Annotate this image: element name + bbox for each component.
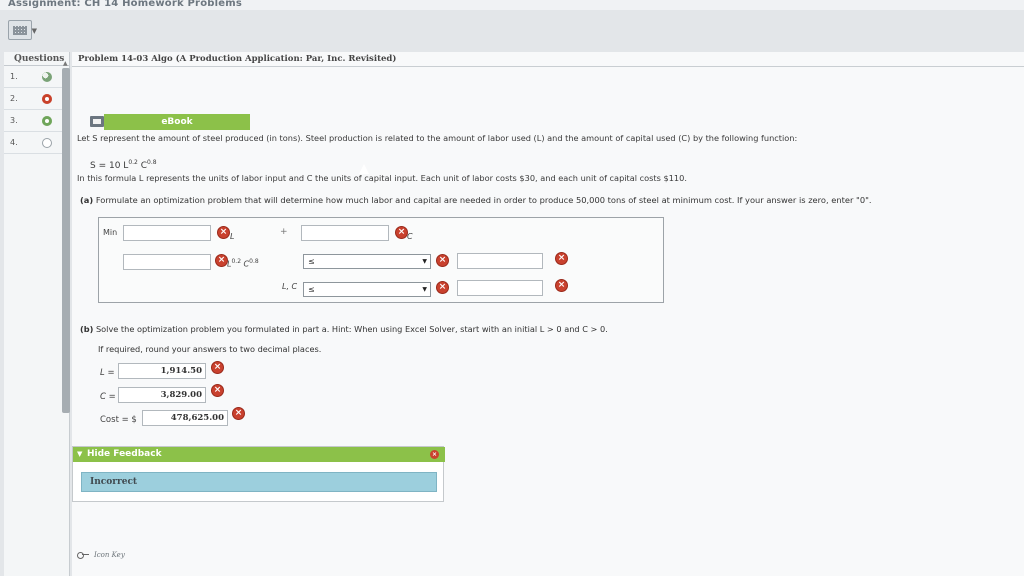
hide-feedback-toggle[interactable]: ▼ Hide Feedback × <box>73 447 445 462</box>
calculator-icon <box>13 26 27 35</box>
eq-prefix: S = 10 L <box>90 161 129 171</box>
part-b-label: (b) <box>80 324 94 334</box>
part-a-body: Formulate an optimization problem that w… <box>93 195 872 205</box>
partial-status-icon <box>42 72 52 82</box>
plus-sign: + <box>280 227 288 237</box>
capital-coefficient-input[interactable] <box>301 225 389 241</box>
C-answer-input[interactable]: 3,829.00 <box>118 387 206 403</box>
feedback-panel: ▼ Hide Feedback × Incorrect <box>72 446 445 502</box>
icon-key-link[interactable]: Icon Key <box>77 551 125 559</box>
correct-status-icon <box>42 116 52 126</box>
wrong-status-icon <box>42 94 52 104</box>
eq-mid: C <box>137 161 148 171</box>
question-item-2[interactable]: 2. <box>4 88 69 110</box>
top-bar: Assignment: CH 14 Homework Problems <box>0 0 1024 10</box>
min-label: Min <box>103 228 118 237</box>
part-a-label: (a) <box>80 195 94 205</box>
constraint-exp-1: 0.2 <box>231 258 242 265</box>
problem-intro: Let S represent the amount of steel prod… <box>77 133 798 143</box>
question-number: 1. <box>10 72 18 81</box>
constraint-relation-select[interactable]: ≤ ▼ <box>303 254 431 269</box>
eq-exponent-2: 0.8 <box>147 159 157 166</box>
optimization-form: Min × L + × C × L0.2 C0.8 ≤ ▼ × × L, C ≤ ▼… <box>98 217 664 303</box>
production-function: S = 10 L0.2 C0.8 <box>90 159 157 171</box>
C-answer-label: C = <box>100 392 116 402</box>
constraint-term: L0.2 C0.8 <box>227 258 259 269</box>
production-rhs-input[interactable] <box>457 253 543 269</box>
close-icon[interactable]: × <box>430 450 439 459</box>
constraint-exp-2: 0.8 <box>249 258 259 265</box>
x-circle-icon: × <box>555 279 568 292</box>
question-number: 2. <box>10 94 18 103</box>
question-item-4[interactable]: 4. <box>4 132 69 154</box>
part-b-body: Solve the optimization problem you formu… <box>93 324 608 334</box>
part-b-text: (b) Solve the optimization problem you f… <box>80 324 608 334</box>
assignment-title: Assignment: CH 14 Homework Problems <box>8 0 243 9</box>
x-circle-icon: × <box>217 226 230 239</box>
selected-relation: ≤ <box>308 257 315 266</box>
nonnegativity-relation-select[interactable]: ≤ ▼ <box>303 282 431 297</box>
nonnegativity-label: L, C <box>282 282 298 291</box>
x-circle-icon: × <box>211 361 224 374</box>
x-circle-icon: × <box>211 384 224 397</box>
question-number: 3. <box>10 116 18 125</box>
production-coefficient-input[interactable] <box>123 254 211 270</box>
var-C-label: C <box>407 232 413 241</box>
eq-exponent-1: 0.2 <box>128 159 138 166</box>
selected-relation: ≤ <box>308 285 315 294</box>
nonnegativity-rhs-input[interactable] <box>457 280 543 296</box>
problem-title: Problem 14-03 Algo (A Production Applica… <box>78 54 397 64</box>
x-circle-icon: × <box>232 407 245 420</box>
chevron-down-icon: ▼ <box>422 286 427 293</box>
divider <box>72 66 1024 67</box>
questions-panel: Questions 1. 2. 3. 4. <box>4 52 70 576</box>
problem-main: Problem 14-03 Algo (A Production Applica… <box>72 52 1024 576</box>
chevron-down-icon: ▼ <box>31 27 37 35</box>
cost-answer-label: Cost = $ <box>100 415 137 425</box>
question-number: 4. <box>10 138 18 147</box>
question-item-3[interactable]: 3. <box>4 110 69 132</box>
formula-explanation: In this formula L represents the units o… <box>77 173 687 183</box>
mouse-cursor-icon <box>359 164 369 174</box>
incorrect-message: Incorrect <box>81 472 437 492</box>
triangle-down-icon: ▼ <box>77 450 83 458</box>
x-circle-icon: × <box>555 252 568 265</box>
labor-coefficient-input[interactable] <box>123 225 211 241</box>
part-a-text: (a) Formulate an optimization problem th… <box>80 195 872 205</box>
rounding-instruction: If required, round your answers to two d… <box>98 344 322 354</box>
cost-answer-input[interactable]: 478,625.00 <box>142 410 228 426</box>
x-circle-icon: × <box>436 281 449 294</box>
questions-scrollbar[interactable] <box>62 68 70 413</box>
x-circle-icon: × <box>436 254 449 267</box>
ebook-button[interactable]: eBook <box>104 114 250 130</box>
chevron-down-icon: ▼ <box>422 258 427 265</box>
var-L-label: L <box>230 232 235 241</box>
question-item-1[interactable]: 1. <box>4 66 69 88</box>
scroll-up-icon[interactable]: ▲ <box>63 60 69 67</box>
hide-feedback-label: Hide Feedback <box>87 449 162 459</box>
ebook-icon[interactable] <box>90 116 104 127</box>
constraint-C: C <box>241 259 250 269</box>
key-icon <box>77 552 89 559</box>
calculator-button[interactable]: ▼ <box>8 20 37 40</box>
L-answer-input[interactable]: 1,914.50 <box>118 363 206 379</box>
L-answer-label: L = <box>100 368 115 378</box>
questions-header: Questions <box>4 52 69 66</box>
empty-status-icon <box>42 138 52 148</box>
